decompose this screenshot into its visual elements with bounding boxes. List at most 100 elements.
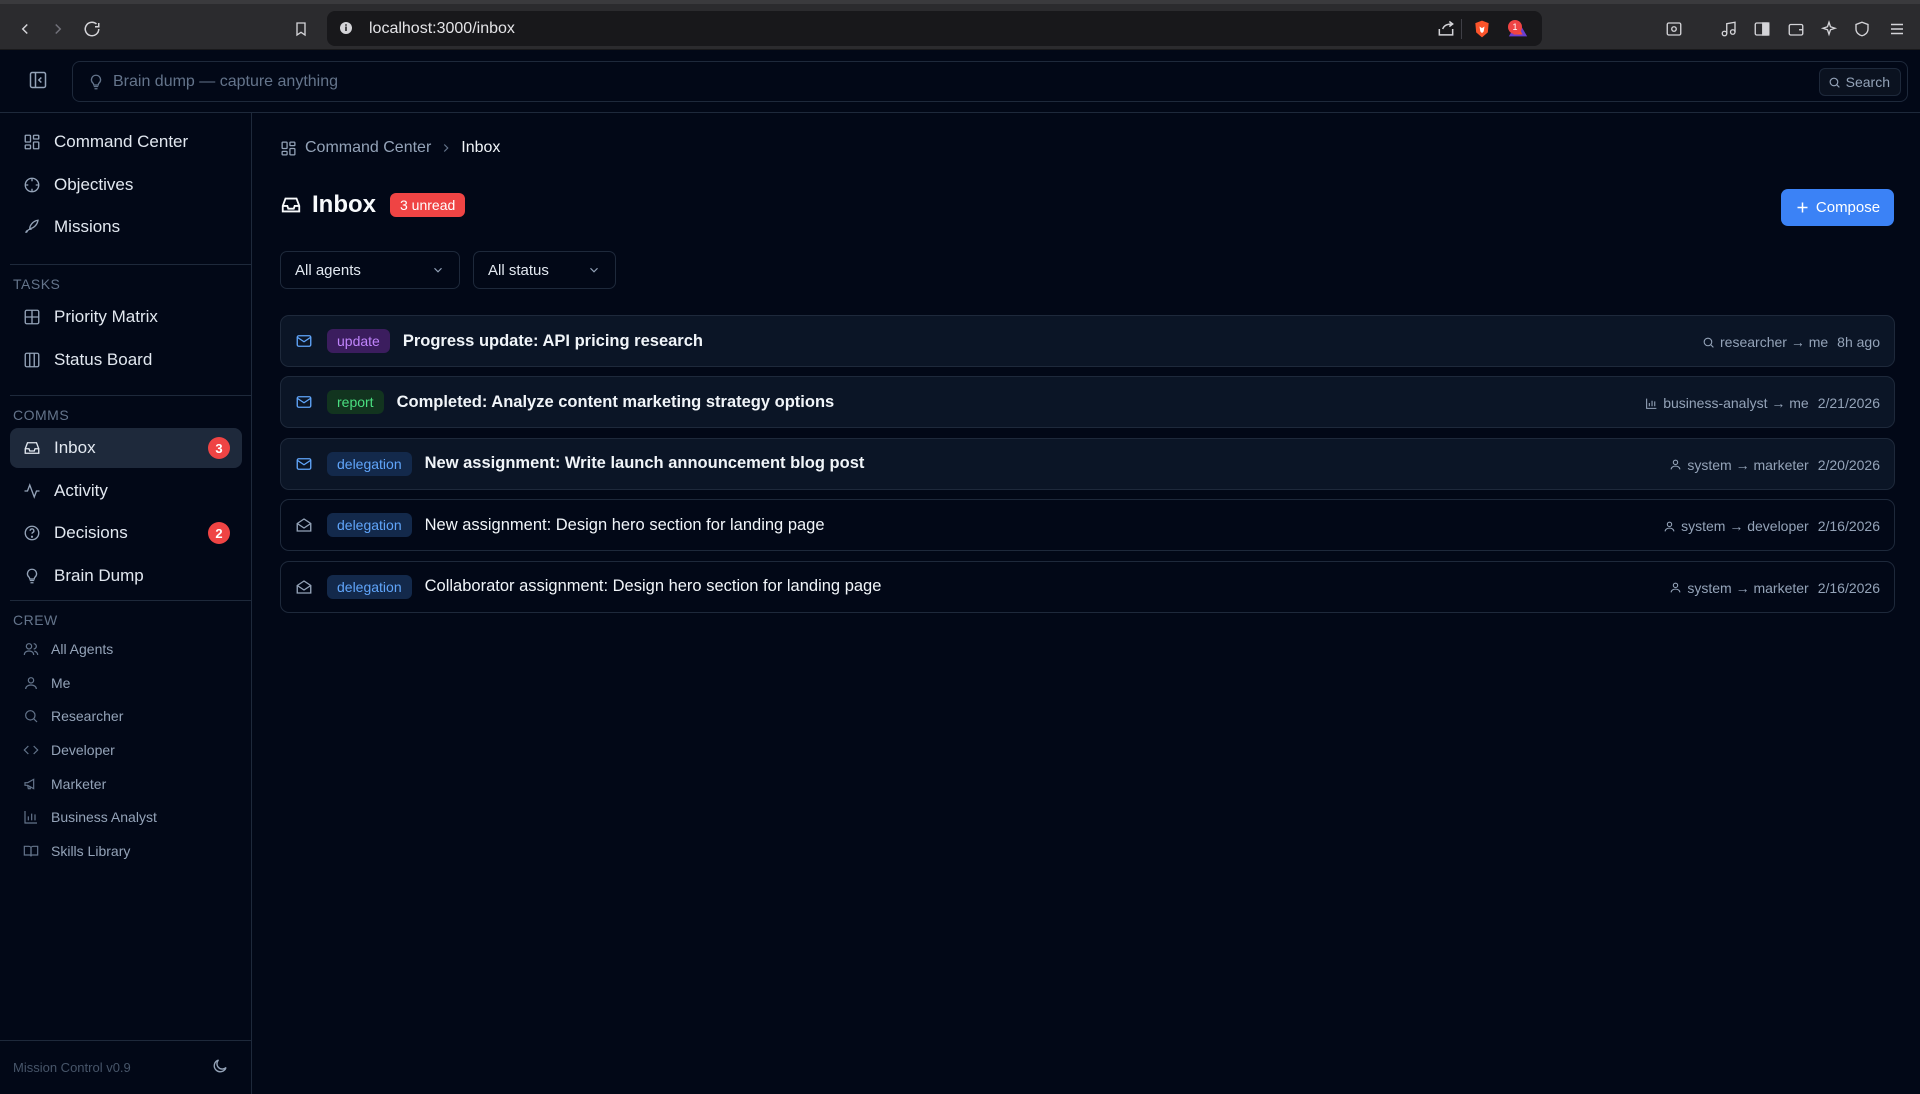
- brave-rewards-icon[interactable]: 1: [1506, 18, 1530, 40]
- message-row[interactable]: delegation Collaborator assignment: Desi…: [280, 560, 1895, 613]
- code-icon: [22, 741, 40, 759]
- moon-icon[interactable]: [211, 1057, 229, 1075]
- message-route: researcher → me: [1720, 334, 1829, 350]
- back-icon[interactable]: [10, 14, 40, 44]
- crew-item-skills-library[interactable]: Skills Library: [10, 836, 242, 866]
- crew-item-all-agents[interactable]: All Agents: [10, 634, 242, 664]
- inbox-icon: [280, 194, 302, 216]
- user-icon: [22, 674, 40, 692]
- search-button[interactable]: Search: [1818, 68, 1901, 96]
- sidebar-item-command-center[interactable]: Command Center: [10, 122, 242, 162]
- message-route: system → marketer: [1687, 456, 1809, 473]
- agent-filter-select[interactable]: All agents: [280, 251, 460, 289]
- sidebar-panel-icon[interactable]: [1747, 14, 1777, 44]
- section-label-crew: CREW: [13, 612, 58, 628]
- screenshot-icon[interactable]: [1659, 14, 1689, 44]
- message-type-tag: delegation: [327, 574, 412, 599]
- leo-ai-icon[interactable]: [1814, 14, 1844, 44]
- share-icon[interactable]: [1436, 19, 1456, 39]
- search-button-label: Search: [1845, 74, 1890, 90]
- sidebar-item-decisions[interactable]: Decisions 2: [10, 513, 242, 553]
- sidebar-item-priority-matrix[interactable]: Priority Matrix: [10, 297, 242, 337]
- address-bar[interactable]: localhost:3000/inbox 1: [327, 11, 1542, 46]
- site-info-icon[interactable]: [337, 19, 355, 37]
- brain-dump-bar: Search: [72, 61, 1908, 102]
- breadcrumb-current: Inbox: [461, 139, 501, 156]
- menu-icon[interactable]: [1882, 14, 1912, 44]
- mail-open-icon: [296, 518, 312, 532]
- status-filter-select[interactable]: All status: [473, 251, 616, 289]
- notification-badge: 1: [1508, 20, 1522, 34]
- plus-icon: [1797, 202, 1808, 213]
- help-circle-icon: [22, 523, 42, 543]
- wallet-icon[interactable]: [1781, 14, 1811, 44]
- mail-icon: [296, 396, 312, 409]
- crew-item-marketer[interactable]: Marketer: [10, 769, 242, 799]
- inbox-count-badge: 3: [208, 437, 230, 459]
- message-route: business-analyst → me: [1663, 395, 1809, 412]
- search-icon: [22, 707, 40, 725]
- message-meta: system → marketer 2/20/2026: [1669, 439, 1880, 491]
- sidebar-item-label: Priority Matrix: [54, 307, 158, 326]
- compose-button[interactable]: Compose: [1781, 189, 1894, 226]
- message-row[interactable]: report Completed: Analyze content market…: [280, 376, 1895, 429]
- message-row[interactable]: delegation New assignment: Write launch …: [280, 437, 1895, 491]
- sidebar-item-brain-dump[interactable]: Brain Dump: [10, 556, 242, 596]
- message-route: system → developer: [1681, 518, 1809, 535]
- message-time: 2/20/2026: [1817, 456, 1880, 473]
- lightbulb-icon: [87, 73, 105, 91]
- divider: [1461, 19, 1462, 39]
- crew-item-developer[interactable]: Developer: [10, 735, 242, 765]
- section-label-comms: COMMS: [13, 407, 70, 423]
- breadcrumb-link[interactable]: Command Center: [305, 139, 431, 157]
- sidebar-item-missions[interactable]: Missions: [10, 207, 242, 247]
- crew-item-me[interactable]: Me: [10, 668, 242, 698]
- crew-item-label: Me: [51, 675, 71, 691]
- bookmark-icon[interactable]: [286, 14, 316, 44]
- message-meta: researcher → me 8h ago: [1702, 316, 1880, 368]
- crew-item-label: Skills Library: [51, 843, 131, 859]
- brave-shields-icon[interactable]: [1472, 18, 1492, 40]
- reload-icon[interactable]: [77, 14, 107, 44]
- sidebar-item-label: Missions: [54, 217, 121, 236]
- compose-label: Compose: [1815, 199, 1881, 216]
- rocket-icon: [22, 217, 42, 237]
- music-icon[interactable]: [1714, 14, 1744, 44]
- section-label-tasks: TASKS: [13, 276, 61, 292]
- mail-open-icon: [296, 579, 312, 594]
- page-title: Inbox: [312, 191, 376, 218]
- app-version: Mission Control v0.9: [13, 1060, 131, 1075]
- sidebar-item-activity[interactable]: Activity: [10, 471, 242, 511]
- vpn-icon[interactable]: [1847, 14, 1877, 44]
- mail-icon: [296, 457, 312, 470]
- crew-item-label: Developer: [51, 742, 115, 758]
- sidebar-item-inbox[interactable]: Inbox 3: [10, 428, 242, 468]
- browser-toolbar: localhost:3000/inbox 1: [0, 0, 1920, 50]
- bar-chart-icon: [1646, 398, 1657, 409]
- user-icon: [1670, 582, 1681, 593]
- main-content: Command Center Inbox Inbox 3 unread Comp…: [253, 113, 1920, 1094]
- crew-item-researcher[interactable]: Researcher: [10, 701, 242, 731]
- forward-icon[interactable]: [43, 14, 73, 44]
- sidebar-item-label: Objectives: [54, 174, 134, 194]
- url-text: localhost:3000/inbox: [369, 20, 515, 37]
- message-row[interactable]: update Progress update: API pricing rese…: [280, 315, 1895, 367]
- message-subject: Collaborator assignment: Design hero sec…: [424, 577, 882, 596]
- crew-item-business-analyst[interactable]: Business Analyst: [10, 802, 242, 832]
- sidebar-item-label: Decisions: [54, 523, 128, 542]
- chevron-down-icon: [587, 263, 601, 277]
- crew-item-label: Marketer: [51, 776, 107, 792]
- sidebar-toggle-icon[interactable]: [28, 70, 50, 92]
- breadcrumb: Command Center Inbox: [280, 139, 500, 157]
- book-open-icon: [22, 842, 40, 860]
- sidebar-item-status-board[interactable]: Status Board: [10, 340, 242, 380]
- message-row[interactable]: delegation New assignment: Design hero s…: [280, 499, 1895, 552]
- bar-chart-icon: [22, 808, 40, 826]
- layout-grid-icon: [280, 140, 297, 157]
- message-type-tag: delegation: [327, 451, 412, 476]
- message-meta: system → developer 2/16/2026: [1663, 500, 1880, 552]
- brain-dump-input[interactable]: [113, 70, 1413, 94]
- search-icon: [1703, 337, 1714, 348]
- mail-icon: [296, 335, 312, 347]
- sidebar-item-objectives[interactable]: Objectives: [10, 165, 242, 205]
